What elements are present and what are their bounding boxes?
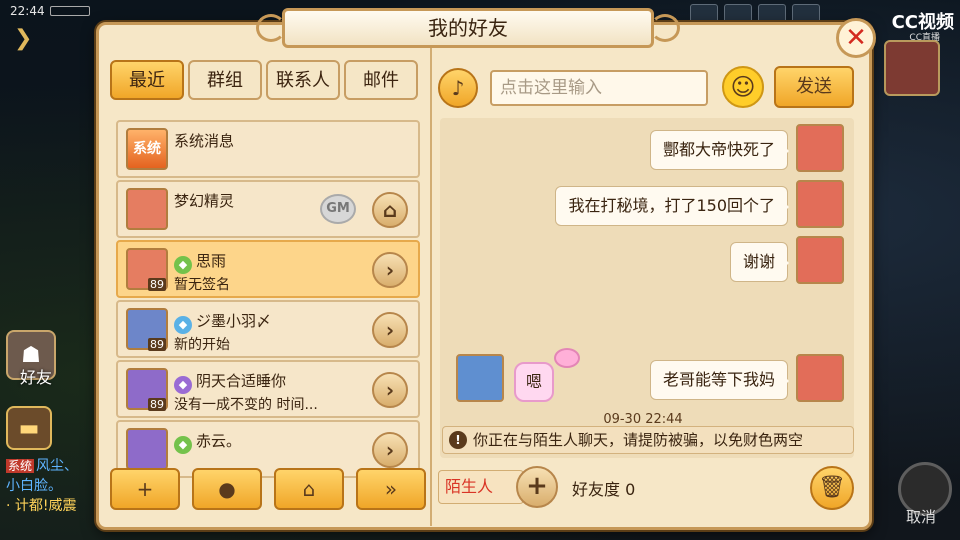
system-tag: 系统	[6, 459, 35, 473]
home-icon[interactable]: ⌂	[274, 468, 344, 510]
school-icon: ◆	[174, 376, 192, 394]
message-bubble: 谢谢	[729, 242, 790, 282]
friend-name: 梦幻精灵	[174, 192, 235, 210]
friend-name-text: ジ墨小羽〆	[196, 312, 272, 330]
window-title: 我的好友	[428, 16, 508, 40]
chat-line: 风尘、	[36, 458, 79, 474]
chevron-right-icon[interactable]: ›	[372, 432, 408, 468]
tab-recent[interactable]: 最近	[110, 60, 184, 100]
friend-list[interactable]: 系统 系统消息 梦幻精灵 GM ⌂ 89 ◆ 思雨 暂无签名 › 89 ◆ ジ墨小羽…	[116, 120, 420, 512]
friend-row-siyu[interactable]: 89 ◆ 思雨 暂无签名 ›	[116, 240, 420, 298]
chat-line: 小白脸。	[6, 478, 62, 494]
chat-input[interactable]	[490, 70, 708, 106]
message-bubble: 我在打秘境，打了150回个了	[555, 186, 789, 226]
stranger-warning: ! 你正在与陌生人聊天，请提防被骗，以免财色两空	[442, 426, 854, 454]
level-badge: 89	[148, 278, 166, 291]
emoji-icon[interactable]: ☺	[722, 66, 764, 108]
friend-name: ◆ 阴天合适睡你	[174, 370, 286, 394]
friend-avatar	[126, 428, 168, 470]
cancel-label: 取消	[906, 508, 937, 526]
world-chat: 系统 风尘、 小白脸。 · 计都!威震	[6, 456, 96, 516]
favor-level: 好友度 0	[572, 480, 636, 499]
pig-decoration-icon	[554, 348, 580, 368]
trash-icon[interactable]: 🗑	[810, 466, 854, 510]
school-icon: ◆	[174, 256, 192, 274]
friend-name: ◆ 思雨	[174, 250, 226, 274]
friend-name-text: 赤云。	[196, 432, 242, 450]
friend-avatar	[456, 354, 504, 402]
panel-divider	[430, 48, 432, 526]
chevron-right-icon[interactable]: ›	[372, 372, 408, 408]
friends-sidebar: 最近 群组 联系人 邮件 系统 系统消息 梦幻精灵 GM ⌂ 89 ◆ 思雨 暂无…	[110, 60, 428, 522]
add-friend-button[interactable]: +	[516, 466, 558, 508]
chat-pane: ♪ ☺ 发送 酆都大帝快死了 我在打秘境，打了150回个了 谢谢 嗯 老哥能等下…	[436, 62, 856, 522]
title-ornament-right	[650, 14, 680, 42]
level-badge: 89	[148, 338, 166, 351]
window-title-plate: 我的好友	[282, 8, 654, 48]
tab-mail[interactable]: 邮件	[344, 60, 418, 100]
player-portrait[interactable]	[884, 40, 940, 96]
chat-line: · 计都!威震	[6, 498, 77, 514]
tab-bar: 最近 群组 联系人 邮件	[110, 60, 428, 100]
double-chevron-icon[interactable]: »	[356, 468, 426, 510]
school-icon: ◆	[174, 316, 192, 334]
school-icon: ◆	[174, 436, 192, 454]
friend-name: ◆ ジ墨小羽〆	[174, 310, 271, 334]
friend-signature: 新的开始	[174, 337, 230, 353]
self-avatar	[796, 124, 844, 172]
friends-hud-label: 好友	[19, 368, 52, 387]
friend-name-text: 阴天合适睡你	[196, 372, 287, 390]
sidebar-footer: + ● ⌂ »	[110, 468, 426, 510]
friend-signature: 暂无签名	[174, 277, 230, 293]
home-icon[interactable]: ⌂	[372, 192, 408, 228]
chat-bubble-icon[interactable]: ●	[192, 468, 262, 510]
message-bubble: 老哥能等下我妈	[649, 360, 790, 400]
self-avatar	[796, 354, 844, 402]
battery-icon	[50, 6, 90, 16]
message-bubble: 酆都大帝快死了	[649, 130, 790, 170]
tab-contacts[interactable]: 联系人	[266, 60, 340, 100]
chevron-right-icon[interactable]: ›	[372, 252, 408, 288]
friend-row-moxiaoyu[interactable]: 89 ◆ ジ墨小羽〆 新的开始 ›	[116, 300, 420, 358]
friend-name-text: 思雨	[196, 252, 227, 270]
friend-row-system[interactable]: 系统 系统消息	[116, 120, 420, 178]
friend-row-yintian[interactable]: 89 ◆ 阴天合适睡你 没有一成不变的 时间... ›	[116, 360, 420, 418]
gm-badge: GM	[320, 194, 356, 224]
add-friend-icon[interactable]: +	[110, 468, 180, 510]
expand-arrow-icon[interactable]: ❯	[14, 26, 36, 52]
self-avatar	[796, 180, 844, 228]
close-icon[interactable]: ✕	[836, 18, 876, 58]
left-hud: ☗ 好友 ▬	[6, 330, 66, 450]
microphone-icon[interactable]: ♪	[438, 68, 478, 108]
status-time: 22:44	[10, 4, 45, 18]
chat-hud-icon[interactable]: ▬	[6, 406, 52, 450]
stranger-label: 陌生人	[438, 470, 524, 504]
warning-icon: !	[449, 431, 467, 449]
friend-signature: 没有一成不变的 时间...	[174, 397, 318, 413]
warning-text: 你正在与陌生人聊天，请提防被骗，以免财色两空	[473, 431, 804, 449]
friend-name: 系统消息	[174, 132, 235, 150]
system-avatar: 系统	[126, 128, 168, 170]
friend-name: ◆ 赤云。	[174, 430, 241, 454]
friend-row-sprite[interactable]: 梦幻精灵 GM ⌂	[116, 180, 420, 238]
chat-history[interactable]: 酆都大帝快死了 我在打秘境，打了150回个了 谢谢 嗯 老哥能等下我妈	[440, 118, 854, 458]
self-avatar	[796, 236, 844, 284]
message-timestamp: 09-30 22:44	[603, 412, 683, 427]
message-bubble: 嗯	[514, 362, 555, 402]
chevron-right-icon[interactable]: ›	[372, 312, 408, 348]
level-badge: 89	[148, 398, 166, 411]
friend-avatar	[126, 188, 168, 230]
tab-groups[interactable]: 群组	[188, 60, 262, 100]
send-button[interactable]: 发送	[774, 66, 854, 108]
